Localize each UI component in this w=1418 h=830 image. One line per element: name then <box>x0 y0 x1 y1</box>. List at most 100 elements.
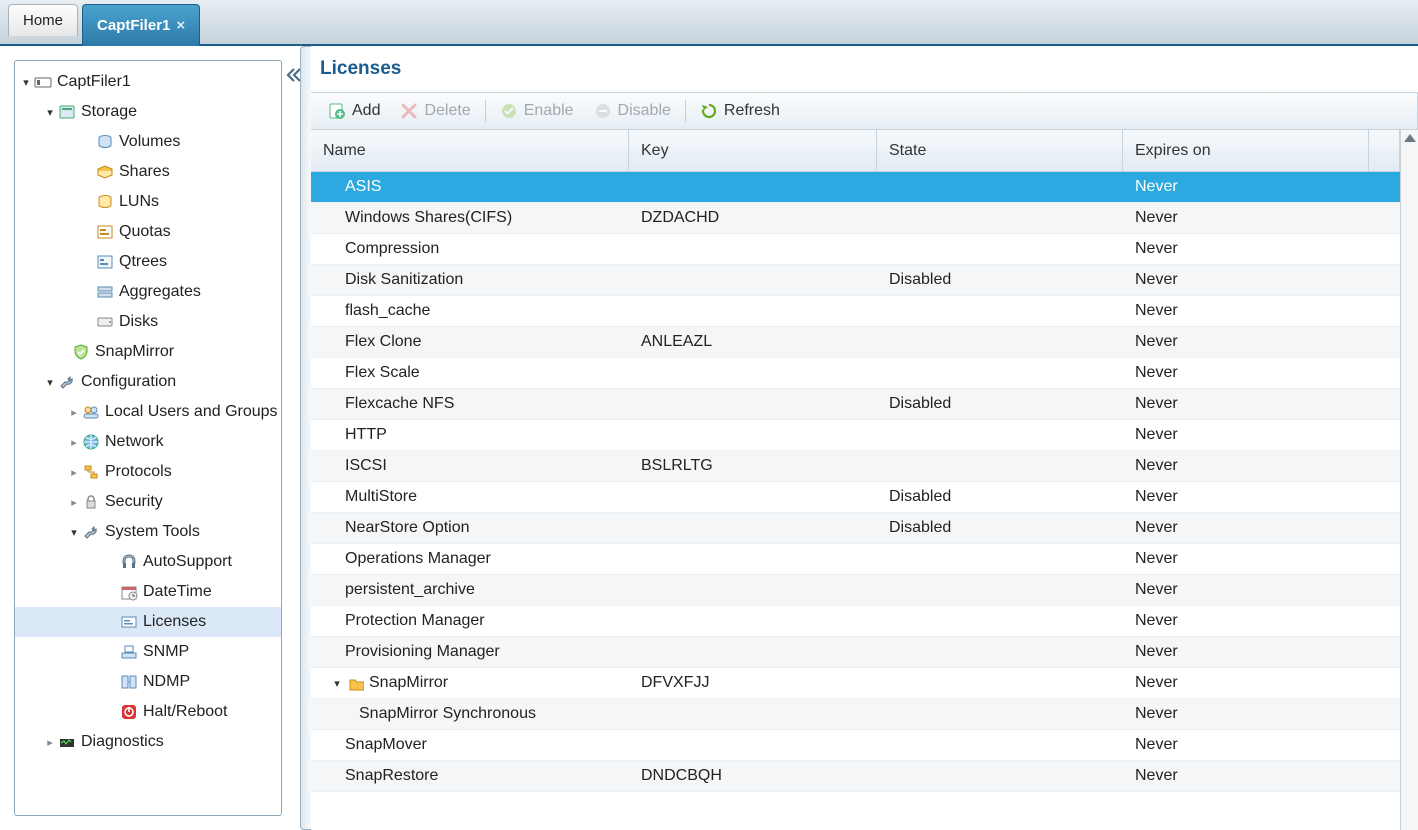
table-row[interactable]: MultiStoreDisabledNever <box>311 482 1400 513</box>
tree-node-diagnostics[interactable]: Diagnostics <box>15 727 281 757</box>
add-icon <box>328 102 346 120</box>
table-row[interactable]: SnapMirror SynchronousNever <box>311 699 1400 730</box>
tree-node-storage[interactable]: Storage <box>15 97 281 127</box>
tree-node[interactable]: Quotas <box>15 217 281 247</box>
table-row[interactable]: SnapMoverNever <box>311 730 1400 761</box>
table-row[interactable]: CompressionNever <box>311 234 1400 265</box>
config-icon <box>57 372 77 392</box>
vertical-scrollbar[interactable] <box>1400 130 1418 830</box>
cell-name: Flex Clone <box>345 333 421 351</box>
tree-node[interactable]: Shares <box>15 157 281 187</box>
tree-node[interactable]: Halt/Reboot <box>15 697 281 727</box>
table-row[interactable]: ASISNever <box>311 172 1400 203</box>
tree-label: Qtrees <box>119 253 167 271</box>
delete-button[interactable]: Delete <box>390 98 480 124</box>
tree-node[interactable]: AutoSupport <box>15 547 281 577</box>
table-row[interactable]: Flex CloneANLEAZLNever <box>311 327 1400 358</box>
tree-node[interactable]: NDMP <box>15 667 281 697</box>
table-row[interactable]: HTTPNever <box>311 420 1400 451</box>
table-row[interactable]: flash_cacheNever <box>311 296 1400 327</box>
table-row[interactable]: Flex ScaleNever <box>311 358 1400 389</box>
tree-node[interactable]: Protocols <box>15 457 281 487</box>
table-row[interactable]: Flexcache NFSDisabledNever <box>311 389 1400 420</box>
table-row[interactable]: NearStore OptionDisabledNever <box>311 513 1400 544</box>
table-row[interactable]: ISCSIBSLRLTGNever <box>311 451 1400 482</box>
table-row[interactable]: Operations ManagerNever <box>311 544 1400 575</box>
tree-label: AutoSupport <box>143 553 232 571</box>
close-icon[interactable]: × <box>176 17 185 34</box>
tree-node[interactable]: LUNs <box>15 187 281 217</box>
shares-icon <box>95 162 115 182</box>
button-label: Enable <box>524 102 574 120</box>
cell-name: Flexcache NFS <box>345 395 454 413</box>
filer-icon <box>33 72 53 92</box>
tree-node-root[interactable]: CaptFiler1 <box>15 67 281 97</box>
cell-expires: Never <box>1123 302 1369 320</box>
add-button[interactable]: Add <box>318 98 390 124</box>
datetime-icon <box>119 582 139 602</box>
tree-node[interactable]: Network <box>15 427 281 457</box>
tree-label: Diagnostics <box>81 733 164 751</box>
table-row[interactable]: ▾SnapMirrorDFVXFJJNever <box>311 668 1400 699</box>
tree-label: Aggregates <box>119 283 201 301</box>
table-row[interactable]: Protection ManagerNever <box>311 606 1400 637</box>
tab-home[interactable]: Home <box>8 4 78 36</box>
folder-icon <box>347 674 365 692</box>
expand-toggle[interactable]: ▾ <box>331 677 343 690</box>
tree-label: SNMP <box>143 643 189 661</box>
diag-icon <box>57 732 77 752</box>
tab-captfiler1[interactable]: CaptFiler1 × <box>82 4 200 46</box>
cell-expires: Never <box>1123 519 1369 537</box>
tree-node[interactable]: Security <box>15 487 281 517</box>
tree-node[interactable]: SNMP <box>15 637 281 667</box>
grid-header: Name Key State Expires on <box>311 130 1400 172</box>
tree-node[interactable]: Volumes <box>15 127 281 157</box>
table-row[interactable]: persistent_archiveNever <box>311 575 1400 606</box>
refresh-icon <box>700 102 718 120</box>
content-panel: Licenses Add Delete Enable Disable <box>300 46 1418 830</box>
tree-label: Licenses <box>143 613 206 631</box>
refresh-button[interactable]: Refresh <box>690 98 790 124</box>
tree-label: Configuration <box>81 373 176 391</box>
column-header-name[interactable]: Name <box>311 130 629 171</box>
tree-node[interactable]: DateTime <box>15 577 281 607</box>
table-row[interactable]: Disk SanitizationDisabledNever <box>311 265 1400 296</box>
tree-label: Storage <box>81 103 137 121</box>
tree-node-configuration[interactable]: Configuration <box>15 367 281 397</box>
column-header-expires[interactable]: Expires on <box>1123 130 1369 171</box>
tree-label: NDMP <box>143 673 190 691</box>
toolbar: Add Delete Enable Disable Refresh <box>310 92 1418 130</box>
licenses-icon <box>119 612 139 632</box>
tree-node-snapmirror[interactable]: SnapMirror <box>15 337 281 367</box>
table-row[interactable]: Provisioning ManagerNever <box>311 637 1400 668</box>
tree-node-system-tools[interactable]: System Tools <box>15 517 281 547</box>
enable-button[interactable]: Enable <box>490 98 584 124</box>
tree-label: SnapMirror <box>95 343 174 361</box>
disable-button[interactable]: Disable <box>584 98 681 124</box>
button-label: Delete <box>424 102 470 120</box>
ndmp-icon <box>119 672 139 692</box>
tree-node[interactable]: Local Users and Groups <box>15 397 281 427</box>
cell-expires: Never <box>1123 395 1369 413</box>
cell-name: Flex Scale <box>345 364 420 382</box>
table-row[interactable]: SnapRestoreDNDCBQHNever <box>311 761 1400 792</box>
tree-label: Halt/Reboot <box>143 703 228 721</box>
sidebar-container: CaptFiler1 Storage VolumesSharesLUNs Quot… <box>0 46 300 830</box>
tab-bar: Home CaptFiler1 × <box>0 0 1418 46</box>
tab-label: Home <box>23 12 63 29</box>
cell-name: NearStore Option <box>345 519 470 537</box>
cell-state: Disabled <box>877 488 1123 506</box>
tree-label: Quotas <box>119 223 171 241</box>
column-header-key[interactable]: Key <box>629 130 877 171</box>
tree-node[interactable]: Qtrees <box>15 247 281 277</box>
cell-name: SnapMirror Synchronous <box>359 705 536 723</box>
tree-node[interactable]: Licenses <box>15 607 281 637</box>
cell-expires: Never <box>1123 674 1369 692</box>
tree-node[interactable]: Disks <box>15 307 281 337</box>
column-header-state[interactable]: State <box>877 130 1123 171</box>
tree-label: Security <box>105 493 163 511</box>
tree-node[interactable]: Aggregates <box>15 277 281 307</box>
storage-icon <box>57 102 77 122</box>
tree-label: Protocols <box>105 463 172 481</box>
table-row[interactable]: Windows Shares(CIFS)DZDACHDNever <box>311 203 1400 234</box>
